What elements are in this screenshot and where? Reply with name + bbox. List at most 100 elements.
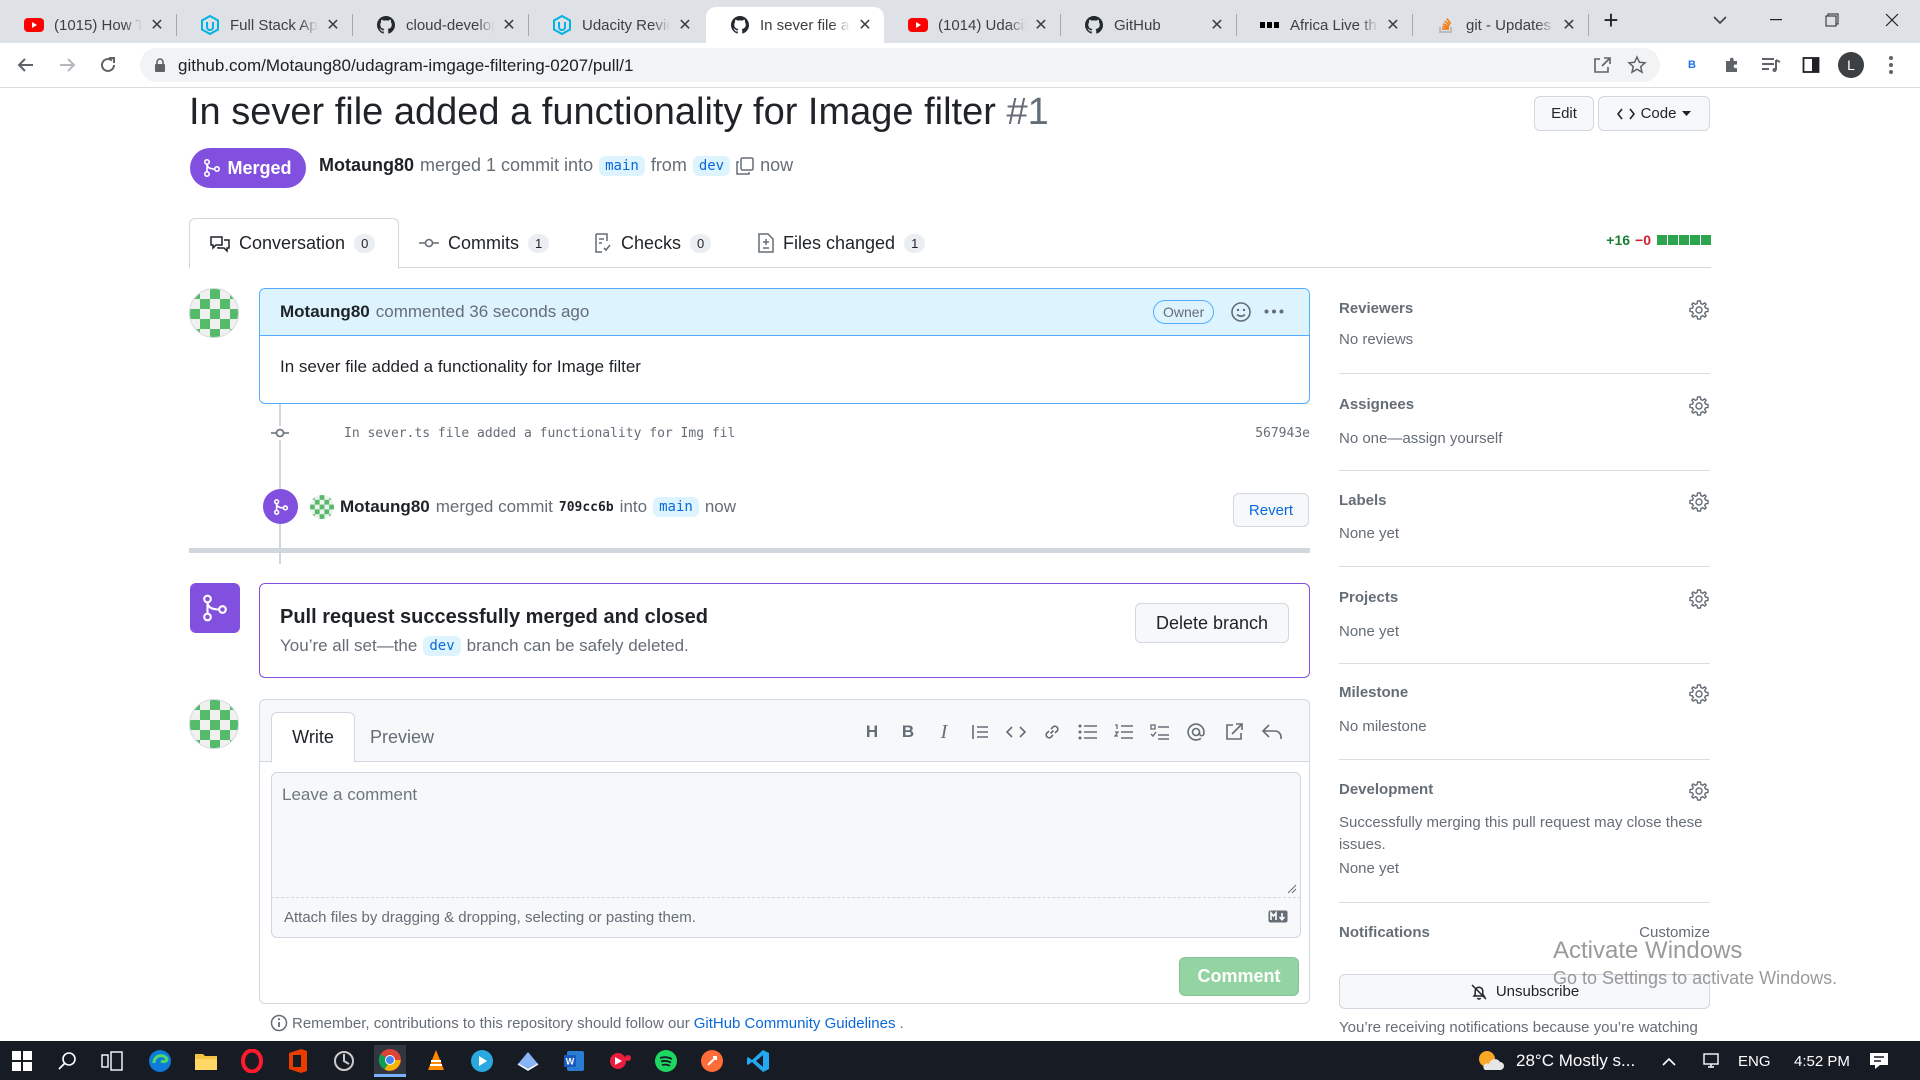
mention-button[interactable] bbox=[1184, 720, 1208, 744]
sidebar-value[interactable]: No one—assign yourself bbox=[1339, 428, 1502, 450]
browser-tab-active[interactable]: In sever file ad ✕ bbox=[706, 7, 884, 43]
avatar[interactable] bbox=[310, 495, 334, 519]
tab-preview[interactable]: Preview bbox=[360, 712, 444, 763]
new-tab-button[interactable]: + bbox=[1584, 0, 1638, 40]
task-view-button[interactable] bbox=[96, 1045, 128, 1077]
head-branch[interactable]: dev bbox=[692, 155, 731, 176]
gear-icon[interactable] bbox=[1688, 299, 1710, 321]
browser-tab[interactable]: (1015) How To ✕ bbox=[0, 7, 176, 43]
tab-write[interactable]: Write bbox=[271, 712, 355, 763]
app-taskbar-icon[interactable] bbox=[604, 1045, 636, 1077]
media-player-taskbar-icon[interactable] bbox=[466, 1045, 498, 1077]
show-hidden-icons-button[interactable] bbox=[1653, 1045, 1685, 1077]
app-taskbar-icon[interactable] bbox=[512, 1045, 544, 1077]
sidebar-title[interactable]: Reviewers bbox=[1339, 300, 1413, 317]
delete-branch-button[interactable]: Delete branch bbox=[1135, 603, 1289, 643]
avatar[interactable] bbox=[189, 288, 239, 338]
restore-button[interactable] bbox=[1804, 0, 1860, 40]
comment-author-link[interactable]: Motaung80 bbox=[280, 302, 370, 322]
link-button[interactable] bbox=[1040, 720, 1064, 744]
close-icon[interactable]: ✕ bbox=[148, 16, 166, 34]
extension-button[interactable]: B bbox=[1678, 51, 1706, 79]
browser-tab[interactable]: Africa Live this ✕ bbox=[1236, 7, 1412, 43]
opera-taskbar-icon[interactable] bbox=[236, 1045, 268, 1077]
markdown-icon[interactable] bbox=[1268, 910, 1288, 923]
code-button[interactable]: Code bbox=[1598, 96, 1710, 131]
weather-text[interactable]: 28°C Mostly s... bbox=[1516, 1051, 1635, 1071]
gear-icon[interactable] bbox=[1688, 683, 1710, 705]
close-window-button[interactable] bbox=[1864, 0, 1920, 40]
target-branch[interactable]: main bbox=[653, 497, 699, 517]
extensions-button[interactable] bbox=[1718, 51, 1746, 79]
close-icon[interactable]: ✕ bbox=[1208, 16, 1226, 34]
close-icon[interactable]: ✕ bbox=[1560, 16, 1578, 34]
close-icon[interactable]: ✕ bbox=[324, 16, 342, 34]
word-taskbar-icon[interactable]: W bbox=[558, 1045, 590, 1077]
chrome-taskbar-icon[interactable] bbox=[374, 1045, 406, 1077]
kebab-horizontal-icon[interactable] bbox=[1264, 309, 1284, 314]
close-icon[interactable]: ✕ bbox=[856, 16, 874, 34]
weather-icon[interactable] bbox=[1474, 1045, 1506, 1077]
avatar[interactable] bbox=[189, 699, 239, 749]
browser-tab[interactable]: Udacity Review ✕ bbox=[528, 7, 704, 43]
profile-button[interactable]: L bbox=[1837, 51, 1865, 79]
tab-commits[interactable]: Commits 1 bbox=[399, 218, 569, 268]
gear-icon[interactable] bbox=[1688, 780, 1710, 802]
merge-sha-link[interactable]: 709cc6b bbox=[559, 500, 614, 515]
copy-icon[interactable] bbox=[736, 156, 754, 175]
sidebar-title[interactable]: Labels bbox=[1339, 492, 1387, 509]
reference-button[interactable] bbox=[1222, 720, 1246, 744]
office-taskbar-icon[interactable] bbox=[282, 1045, 314, 1077]
browser-tab[interactable]: GitHub ✕ bbox=[1060, 7, 1236, 43]
browser-tab[interactable]: cloud-develop ✕ bbox=[352, 7, 528, 43]
app-taskbar-icon[interactable] bbox=[328, 1045, 360, 1077]
search-button[interactable] bbox=[52, 1045, 84, 1077]
browser-menu-button[interactable] bbox=[1877, 51, 1905, 79]
address-bar[interactable]: github.com/Motaung80/udagram-imgage-filt… bbox=[140, 48, 1660, 82]
revert-button[interactable]: Revert bbox=[1233, 493, 1309, 527]
browser-tab[interactable]: git - Updates ✕ bbox=[1412, 7, 1588, 43]
sidebar-title[interactable]: Milestone bbox=[1339, 684, 1408, 701]
comment-timestamp[interactable]: commented 36 seconds ago bbox=[376, 302, 590, 322]
close-icon[interactable]: ✕ bbox=[500, 16, 518, 34]
gear-icon[interactable] bbox=[1688, 395, 1710, 417]
vscode-taskbar-icon[interactable] bbox=[742, 1045, 774, 1077]
clock-time[interactable]: 4:52 PM bbox=[1794, 1053, 1850, 1070]
merge-author-link[interactable]: Motaung80 bbox=[340, 497, 430, 517]
sidebar-title[interactable]: Assignees bbox=[1339, 396, 1414, 413]
sidebar-title[interactable]: Projects bbox=[1339, 589, 1398, 606]
notification-center-button[interactable] bbox=[1863, 1045, 1895, 1077]
edge-taskbar-icon[interactable] bbox=[144, 1045, 176, 1077]
gear-icon[interactable] bbox=[1688, 588, 1710, 610]
customize-link[interactable]: Customize bbox=[1639, 924, 1710, 941]
guidelines-link[interactable]: GitHub Community Guidelines bbox=[694, 1015, 896, 1032]
network-icon[interactable] bbox=[1695, 1045, 1727, 1077]
postman-taskbar-icon[interactable] bbox=[696, 1045, 728, 1077]
tab-conversation[interactable]: Conversation 0 bbox=[189, 218, 399, 269]
close-icon[interactable]: ✕ bbox=[676, 16, 694, 34]
forward-button[interactable] bbox=[51, 49, 83, 81]
comment-textarea[interactable]: Leave a comment bbox=[271, 772, 1301, 898]
side-panel-button[interactable] bbox=[1797, 51, 1825, 79]
sidebar-title[interactable]: Development bbox=[1339, 781, 1433, 798]
merged-time[interactable]: now bbox=[705, 497, 736, 517]
comment-submit-button[interactable]: Comment bbox=[1179, 957, 1299, 996]
back-button[interactable] bbox=[10, 49, 42, 81]
numbered-list-button[interactable] bbox=[1112, 720, 1136, 744]
bullet-list-button[interactable] bbox=[1076, 720, 1100, 744]
star-icon[interactable] bbox=[1627, 55, 1647, 75]
saved-reply-button[interactable] bbox=[1260, 720, 1284, 744]
quote-button[interactable] bbox=[968, 720, 992, 744]
bold-button[interactable]: B bbox=[896, 720, 920, 744]
language-indicator[interactable]: ENG bbox=[1738, 1053, 1771, 1070]
browser-tab[interactable]: (1014) Udacity ✕ bbox=[884, 7, 1060, 43]
tab-files-changed[interactable]: Files changed 1 bbox=[738, 218, 945, 268]
italic-button[interactable]: I bbox=[932, 720, 956, 744]
reload-button[interactable] bbox=[92, 49, 124, 81]
unsubscribe-button[interactable]: Unsubscribe bbox=[1339, 974, 1710, 1009]
commit-message-link[interactable]: In sever.ts file added a functionality f… bbox=[344, 426, 735, 441]
gear-icon[interactable] bbox=[1688, 491, 1710, 513]
spotify-taskbar-icon[interactable] bbox=[650, 1045, 682, 1077]
start-button[interactable] bbox=[6, 1045, 38, 1077]
close-icon[interactable]: ✕ bbox=[1032, 16, 1050, 34]
